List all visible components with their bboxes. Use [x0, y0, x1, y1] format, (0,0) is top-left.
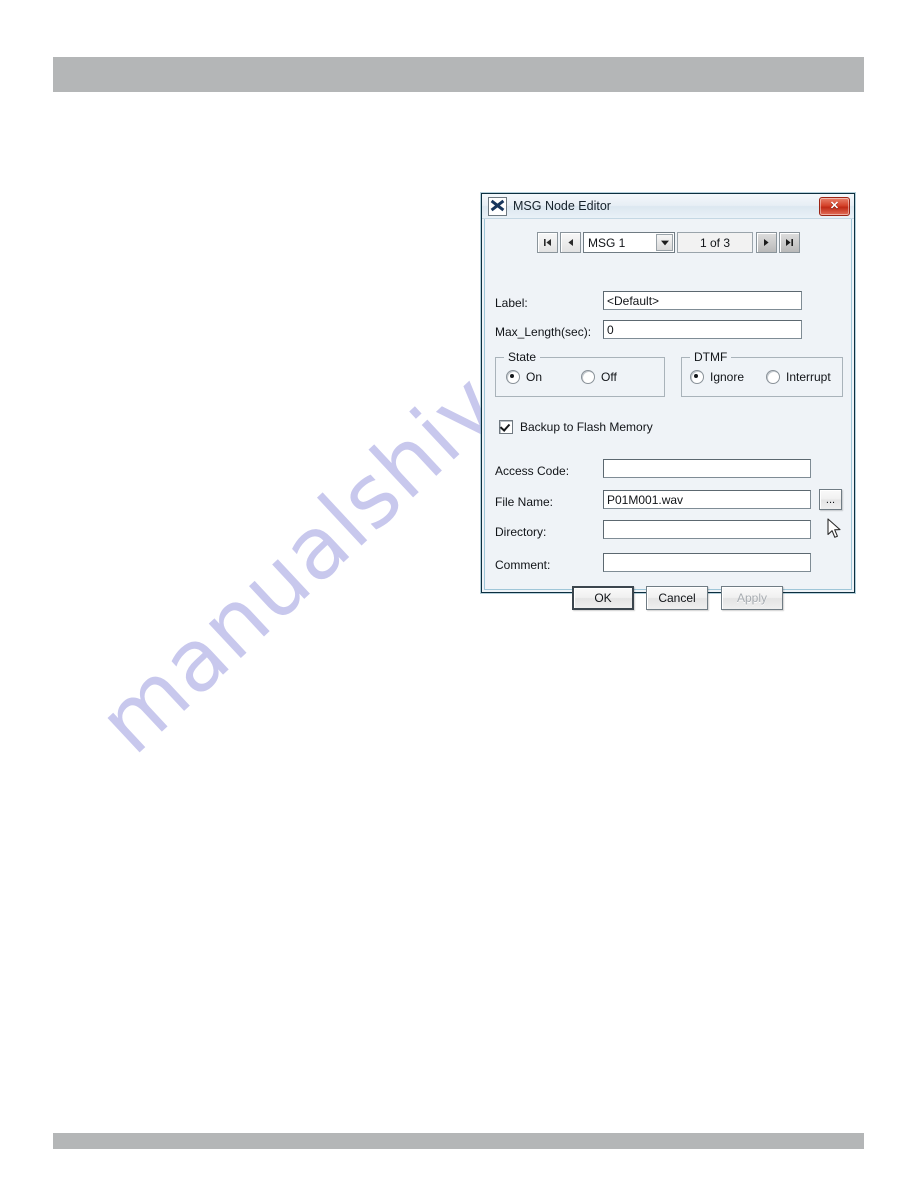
dtmf-groupbox: DTMF Ignore Interrupt [681, 350, 843, 397]
directory-caption: Directory: [495, 525, 547, 539]
application-icon [488, 196, 507, 216]
directory-input[interactable] [603, 520, 811, 539]
cancel-button[interactable]: Cancel [646, 586, 708, 610]
radio-off-icon [581, 370, 595, 384]
radio-interrupt-icon [766, 370, 780, 384]
chevron-down-icon[interactable] [656, 234, 673, 251]
next-record-icon [764, 239, 769, 246]
first-record-icon [544, 239, 551, 246]
radio-state-off[interactable]: Off [581, 370, 617, 384]
radio-dtmf-interrupt[interactable]: Interrupt [766, 370, 831, 384]
comment-caption: Comment: [495, 558, 551, 572]
label-input[interactable]: <Default> [603, 291, 802, 310]
last-record-button[interactable] [779, 232, 800, 253]
apply-button: Apply [721, 586, 783, 610]
backup-to-flash-label: Backup to Flash Memory [520, 420, 653, 434]
node-navigation-toolbar: MSG 1 1 of 3 [537, 232, 802, 253]
file-name-input[interactable]: P01M001.wav [603, 490, 811, 509]
backup-to-flash-checkbox[interactable]: Backup to Flash Memory [499, 420, 653, 434]
file-name-caption: File Name: [495, 495, 554, 509]
page-header-band [53, 57, 864, 92]
previous-record-button[interactable] [560, 232, 581, 253]
radio-dtmf-interrupt-label: Interrupt [786, 370, 831, 384]
close-glyph: ✕ [829, 199, 840, 212]
radio-state-off-label: Off [601, 370, 617, 384]
record-counter: 1 of 3 [677, 232, 753, 253]
radio-state-on-label: On [526, 370, 543, 384]
dialog-title: MSG Node Editor [513, 199, 611, 213]
radio-ignore-icon [690, 370, 704, 384]
dialog-titlebar[interactable]: MSG Node Editor ✕ [482, 194, 854, 219]
comment-input[interactable] [603, 553, 811, 572]
dtmf-group-title: DTMF [690, 350, 732, 364]
checkbox-checked-icon [499, 420, 513, 434]
page-footer-band [53, 1133, 864, 1149]
max-length-input[interactable]: 0 [603, 320, 802, 339]
radio-dtmf-ignore[interactable]: Ignore [690, 370, 744, 384]
radio-dtmf-ignore-label: Ignore [710, 370, 745, 384]
max-length-caption: Max_Length(sec): [495, 325, 592, 339]
close-icon[interactable]: ✕ [819, 196, 850, 216]
next-record-button[interactable] [756, 232, 777, 253]
node-select-value: MSG 1 [588, 235, 626, 250]
last-record-icon [786, 239, 793, 246]
msg-node-editor-dialog: MSG Node Editor ✕ MSG 1 1 of 3 Label: <D… [481, 193, 855, 610]
radio-on-icon [506, 370, 520, 384]
previous-record-icon [568, 239, 573, 246]
dialog-client-area: MSG 1 1 of 3 Label: <Default> Max_Length… [485, 221, 851, 610]
access-code-input[interactable] [603, 459, 811, 478]
node-select-dropdown[interactable]: MSG 1 [583, 232, 675, 253]
state-group-title: State [504, 350, 541, 364]
label-caption: Label: [495, 296, 528, 310]
ok-button[interactable]: OK [572, 586, 634, 610]
radio-state-on[interactable]: On [506, 370, 542, 384]
access-code-caption: Access Code: [495, 464, 570, 478]
state-groupbox: State On Off [495, 350, 665, 397]
browse-file-button[interactable]: ... [819, 489, 842, 510]
first-record-button[interactable] [537, 232, 558, 253]
